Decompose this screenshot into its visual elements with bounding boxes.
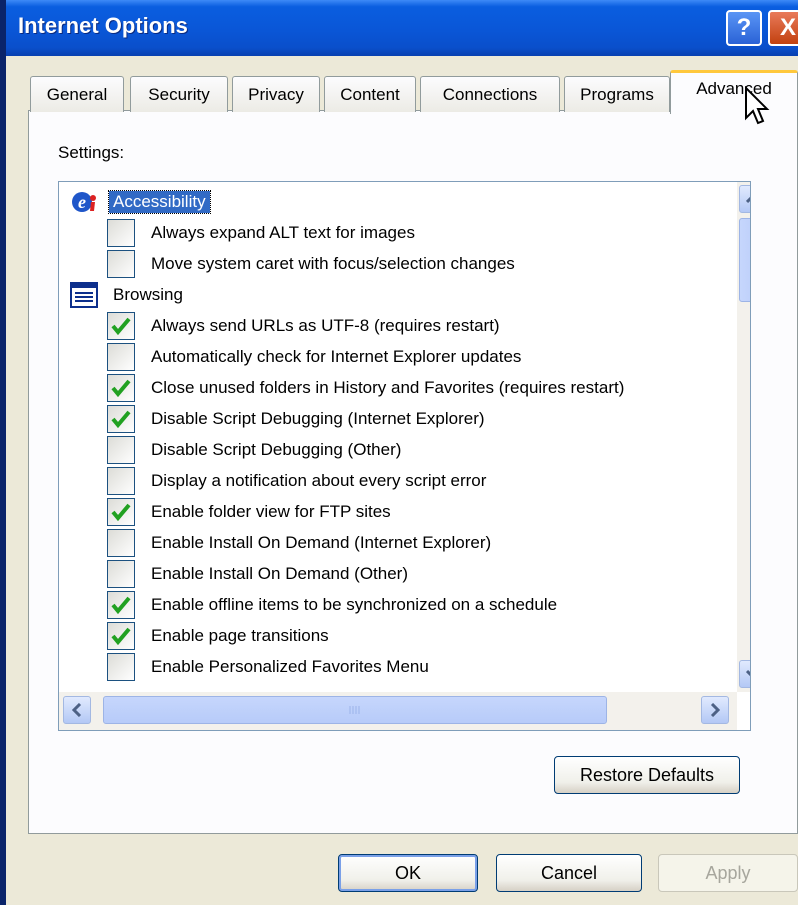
scroll-right-button[interactable]: [701, 696, 729, 724]
chevron-left-icon: [72, 703, 82, 717]
title-bar[interactable]: Internet Options ? X: [6, 0, 798, 56]
setting-row[interactable]: Disable Script Debugging (Other): [59, 434, 739, 465]
category-browsing[interactable]: Browsing: [59, 279, 739, 310]
vertical-scroll-thumb[interactable]: [739, 218, 750, 302]
setting-row[interactable]: Enable Install On Demand (Internet Explo…: [59, 527, 739, 558]
apply-button[interactable]: Apply: [658, 854, 798, 892]
category-accessibility[interactable]: e Accessibility: [59, 186, 739, 217]
tab-advanced[interactable]: Advanced: [670, 70, 798, 114]
category-label: Browsing: [113, 284, 183, 304]
checkbox[interactable]: [107, 249, 135, 278]
setting-row[interactable]: Always send URLs as UTF-8 (requires rest…: [59, 310, 739, 341]
mouse-cursor-icon: [745, 86, 770, 125]
horizontal-scrollbar[interactable]: [59, 692, 737, 730]
grip-icon: [349, 706, 360, 714]
help-button[interactable]: ?: [726, 10, 762, 46]
setting-label: Enable page transitions: [151, 625, 329, 645]
vertical-scrollbar[interactable]: [737, 182, 750, 692]
checkbox[interactable]: [107, 435, 135, 464]
tab-content[interactable]: Content: [324, 76, 416, 112]
checkmark-icon: [111, 410, 131, 428]
tab-connections[interactable]: Connections: [420, 76, 560, 112]
tab-programs[interactable]: Programs: [564, 76, 670, 112]
category-label: Accessibility: [108, 189, 211, 214]
checkbox-checked[interactable]: [107, 311, 135, 340]
accessibility-icon: e: [72, 191, 96, 212]
setting-label: Enable Install On Demand (Internet Explo…: [151, 532, 492, 552]
checkbox-checked[interactable]: [107, 404, 135, 433]
chevron-down-icon: [746, 669, 750, 677]
setting-label: Move system caret with focus/selection c…: [151, 253, 515, 273]
setting-label: Display a notification about every scrip…: [151, 470, 487, 490]
setting-row[interactable]: Enable page transitions: [59, 620, 739, 651]
checkbox[interactable]: [107, 559, 135, 588]
browsing-list-icon: [70, 281, 98, 308]
chevron-right-icon: [710, 703, 720, 717]
setting-label: Automatically check for Internet Explore…: [151, 346, 522, 366]
checkbox-checked[interactable]: [107, 497, 135, 526]
scroll-up-button[interactable]: [739, 185, 750, 213]
settings-list[interactable]: e Accessibility Always expand ALT text f…: [58, 181, 751, 731]
cancel-button[interactable]: Cancel: [496, 854, 642, 892]
setting-row[interactable]: Close unused folders in History and Favo…: [59, 372, 739, 403]
checkbox[interactable]: [107, 466, 135, 495]
settings-label: Settings:: [58, 143, 125, 162]
checkbox[interactable]: [107, 528, 135, 557]
setting-row[interactable]: Enable folder view for FTP sites: [59, 496, 739, 527]
internet-options-window: Internet Options ? X General Security Pr…: [0, 0, 798, 905]
checkmark-icon: [111, 379, 131, 397]
checkbox-checked[interactable]: [107, 590, 135, 619]
setting-row[interactable]: Disable Script Debugging (Internet Explo…: [59, 403, 739, 434]
setting-row[interactable]: Enable Install On Demand (Other): [59, 558, 739, 589]
setting-label: Enable offline items to be synchronized …: [151, 594, 558, 614]
checkbox[interactable]: [107, 342, 135, 371]
tab-general[interactable]: General: [30, 76, 124, 112]
checkbox-checked[interactable]: [107, 373, 135, 402]
checkmark-icon: [111, 503, 131, 521]
setting-label: Enable Personalized Favorites Menu: [151, 656, 429, 676]
ok-button[interactable]: OK: [338, 854, 478, 892]
svg-text:e: e: [78, 192, 86, 212]
setting-row[interactable]: Move system caret with focus/selection c…: [59, 248, 739, 279]
checkbox-checked[interactable]: [107, 621, 135, 650]
setting-label: Disable Script Debugging (Other): [151, 439, 402, 459]
setting-row[interactable]: Always expand ALT text for images: [59, 217, 739, 248]
setting-label: Close unused folders in History and Favo…: [151, 377, 625, 397]
setting-label: Always send URLs as UTF-8 (requires rest…: [151, 315, 500, 335]
tab-privacy[interactable]: Privacy: [232, 76, 320, 112]
setting-label: Enable Install On Demand (Other): [151, 563, 409, 583]
setting-label: Always expand ALT text for images: [151, 222, 415, 242]
checkbox[interactable]: [107, 652, 135, 681]
restore-defaults-button[interactable]: Restore Defaults: [554, 756, 740, 794]
setting-row[interactable]: Automatically check for Internet Explore…: [59, 341, 739, 372]
setting-label: Enable folder view for FTP sites: [151, 501, 391, 521]
checkmark-icon: [111, 317, 131, 335]
scroll-down-button[interactable]: [739, 660, 750, 688]
close-button[interactable]: X: [768, 10, 798, 46]
window-title: Internet Options: [18, 13, 188, 38]
setting-row[interactable]: Display a notification about every scrip…: [59, 465, 739, 496]
checkmark-icon: [111, 627, 131, 645]
checkmark-icon: [111, 596, 131, 614]
chevron-up-icon: [746, 196, 750, 204]
checkbox[interactable]: [107, 218, 135, 247]
tab-security[interactable]: Security: [130, 76, 228, 112]
scroll-left-button[interactable]: [63, 696, 91, 724]
setting-label: Disable Script Debugging (Internet Explo…: [151, 408, 485, 428]
setting-row[interactable]: Enable Personalized Favorites Menu: [59, 651, 739, 682]
setting-row[interactable]: Enable offline items to be synchronized …: [59, 589, 739, 620]
horizontal-scroll-thumb[interactable]: [103, 696, 607, 724]
